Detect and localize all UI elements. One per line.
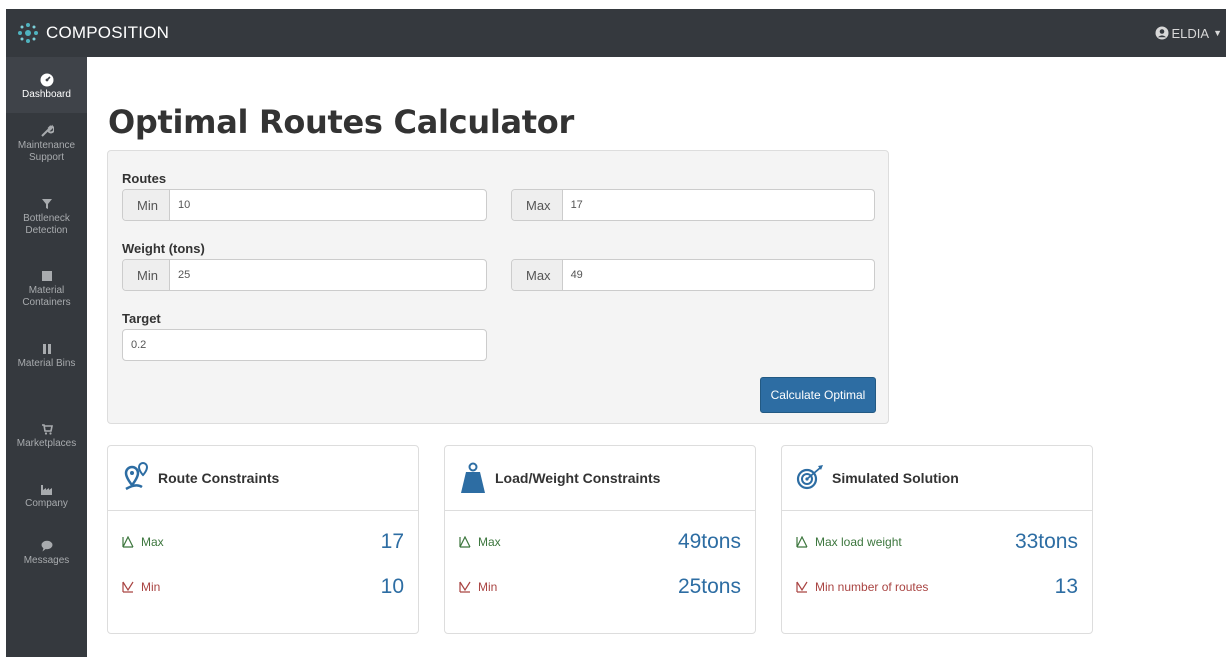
sidebar-item-label: Maintenance Support	[17, 140, 76, 163]
routes-label: Routes	[122, 171, 167, 186]
route-pin-icon	[124, 462, 149, 491]
sidebar-item-label: Material Containers	[22, 285, 71, 308]
sidebar-item-bottleneck-detection[interactable]: Bottleneck Detection	[6, 197, 87, 237]
sidebar-item-material-containers[interactable]: Material Containers	[6, 269, 87, 309]
factory-icon	[40, 485, 52, 495]
sidebar-item-messages[interactable]: Messages	[6, 539, 87, 567]
target-group: 0.2	[122, 329, 487, 361]
cart-icon	[41, 424, 53, 435]
card-title: Route Constraints	[158, 470, 280, 486]
brand-name: COMPOSITION	[46, 23, 170, 42]
sidebar-item-marketplaces[interactable]: Marketplaces	[6, 422, 87, 450]
sidebar-item-label: Dashboard	[22, 89, 71, 100]
max-value: 49tons	[677, 530, 741, 553]
routes-max-input[interactable]: 17	[563, 190, 874, 220]
weight-max-addon: Max	[512, 260, 563, 290]
sidebar-item-label: Material Bins	[17, 358, 76, 369]
top-navbar: COMPOSITION ELDIA ▼	[6, 9, 1226, 57]
max-row: Max load weight 33tons	[796, 529, 1078, 555]
user-name: ELDIA	[1171, 25, 1210, 41]
target-icon	[796, 465, 823, 490]
sidebar-item-dashboard[interactable]: Dashboard	[6, 57, 87, 113]
weight-max-group: Max 49	[511, 259, 875, 291]
max-row: Max 17	[122, 529, 404, 555]
sidebar-item-material-bins[interactable]: Material Bins	[6, 342, 87, 370]
card-header: Route Constraints	[108, 446, 418, 511]
brand[interactable]: COMPOSITION	[16, 21, 169, 45]
user-menu[interactable]: ELDIA ▼	[1155, 9, 1222, 57]
chat-icon	[41, 540, 52, 552]
weight-min-group: Min 25	[122, 259, 487, 291]
sidebar-item-label: Marketplaces	[16, 438, 77, 449]
load-weight-constraints-card: Load/Weight Constraints Max 49tons Min 2…	[444, 445, 756, 634]
min-row: Min 10	[122, 574, 404, 600]
min-icon	[459, 581, 471, 593]
card-header: Simulated Solution	[782, 446, 1092, 511]
routes-max-addon: Max	[512, 190, 563, 220]
card-header: Load/Weight Constraints	[445, 446, 755, 511]
target-label: Target	[122, 311, 161, 326]
wrench-icon	[40, 124, 54, 137]
simulated-solution-card: Simulated Solution Max load weight 33ton…	[781, 445, 1093, 634]
brand-logo-icon	[18, 23, 38, 43]
target-input[interactable]: 0.2	[123, 330, 486, 360]
min-value: 13	[1054, 575, 1078, 598]
max-icon	[459, 536, 471, 548]
sidebar-item-label: Bottleneck Detection	[23, 213, 70, 236]
weight-icon	[461, 462, 485, 493]
min-value: 10	[380, 575, 404, 598]
min-value: 25tons	[677, 575, 741, 598]
weight-min-input[interactable]: 25	[170, 260, 486, 290]
max-label: Max load weight	[815, 535, 902, 549]
weight-max-input[interactable]: 49	[563, 260, 874, 290]
calculate-optimal-button[interactable]: Calculate Optimal	[760, 377, 876, 413]
weight-label: Weight (tons)	[122, 241, 205, 256]
sidebar-item-maintenance-support[interactable]: Maintenance Support	[6, 124, 87, 164]
min-row: Min number of routes 13	[796, 574, 1078, 600]
max-value: 33tons	[1014, 530, 1078, 553]
page-title: Optimal Routes Calculator	[108, 103, 574, 141]
min-label: Min	[141, 580, 161, 594]
card-title: Simulated Solution	[832, 470, 959, 486]
sidebar: Dashboard Maintenance Support Bottleneck…	[6, 57, 87, 657]
container-icon	[41, 271, 52, 281]
min-label: Min	[478, 580, 498, 594]
bins-icon	[42, 344, 51, 354]
max-row: Max 49tons	[459, 529, 741, 555]
min-icon	[122, 581, 134, 593]
route-constraints-card: Route Constraints Max 17 Min 10	[107, 445, 419, 634]
min-label: Min number of routes	[815, 580, 929, 594]
min-row: Min 25tons	[459, 574, 741, 600]
min-icon	[796, 581, 808, 593]
max-icon	[122, 536, 134, 548]
max-label: Max	[478, 535, 501, 549]
dashboard-icon	[40, 73, 53, 87]
max-label: Max	[141, 535, 164, 549]
routes-min-input[interactable]: 10	[170, 190, 486, 220]
user-circle-icon	[1155, 26, 1168, 40]
routes-min-group: Min 10	[122, 189, 487, 221]
caret-down-icon: ▼	[1213, 28, 1222, 38]
sidebar-item-company[interactable]: Company	[6, 482, 87, 510]
card-title: Load/Weight Constraints	[495, 470, 661, 486]
filter-icon	[41, 199, 52, 209]
calculator-form-panel: Routes Min 10 Max 17 Weight (tons) Min 2…	[107, 150, 889, 424]
sidebar-item-label: Messages	[23, 555, 70, 566]
weight-min-addon: Min	[123, 260, 170, 290]
max-value: 17	[380, 530, 404, 553]
max-icon	[796, 536, 808, 548]
sidebar-item-label: Company	[25, 498, 68, 509]
routes-max-group: Max 17	[511, 189, 875, 221]
routes-min-addon: Min	[123, 190, 170, 220]
